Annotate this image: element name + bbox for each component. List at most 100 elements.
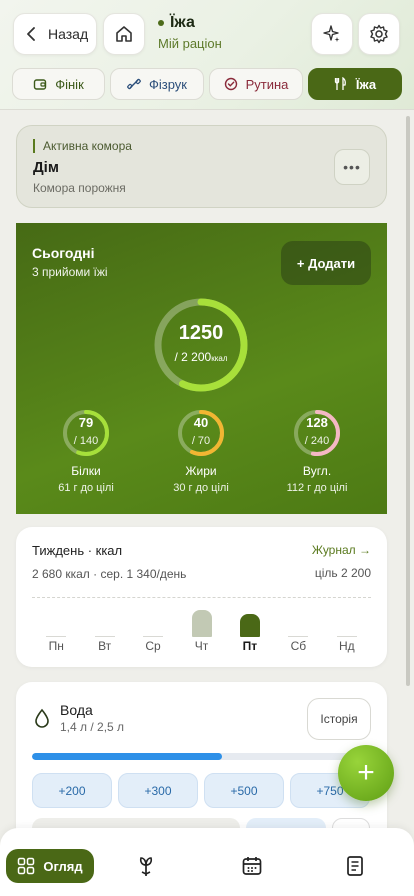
utensils-icon	[334, 77, 346, 90]
app-header: Назад Їжа Мій раціон Фінік Фізрук Рутина	[0, 0, 414, 110]
calories-goal-value: / 2 200	[174, 350, 212, 364]
home-icon	[116, 26, 132, 42]
calories-ring-graphic	[154, 298, 248, 392]
back-label: Назад	[48, 26, 89, 42]
nav-overview[interactable]: Огляд	[6, 849, 94, 883]
week-day-label: Пт	[242, 639, 258, 653]
week-day-label: Вт	[98, 639, 112, 653]
scrollbar[interactable]	[406, 116, 410, 686]
macro-name: Вугл.	[302, 464, 332, 478]
week-bar-0	[46, 607, 67, 637]
tab-fizruk[interactable]: Фізрук	[110, 68, 204, 100]
page-title: Їжа	[170, 14, 195, 31]
pantry-label: Активна комора	[33, 139, 370, 153]
dumbbell-icon	[127, 78, 141, 90]
week-bar-fill	[143, 636, 164, 637]
macro-remaining: 112 г до цілі	[286, 482, 348, 494]
grid-icon	[18, 857, 35, 875]
bottom-navigation: Огляд	[0, 828, 414, 896]
macro-value: 79	[78, 415, 94, 430]
week-bar-4	[239, 607, 260, 637]
water-progress-bar	[32, 753, 371, 760]
tab-yizha[interactable]: Їжа	[308, 68, 402, 100]
macro-goal: / 240	[304, 435, 330, 447]
calories-goal: / 2 200ккал	[152, 350, 250, 364]
macro-remaining: 30 г до цілі	[173, 482, 229, 494]
macro-goal: / 70	[191, 435, 211, 447]
week-bar-1	[94, 607, 115, 637]
tab-finik[interactable]: Фінік	[12, 68, 105, 100]
add-fab-button[interactable]: +	[338, 745, 394, 801]
page-title-block: Їжа Мій раціон	[158, 14, 222, 51]
more-icon: •••	[343, 159, 361, 175]
ai-button[interactable]	[311, 13, 353, 55]
week-bar-3	[191, 607, 212, 637]
calories-ring: 1250 / 2 200ккал	[152, 296, 250, 394]
home-button[interactable]	[103, 13, 145, 55]
macro-name: Білки	[71, 464, 101, 478]
week-day-label: Нд	[338, 639, 355, 653]
active-pantry-card[interactable]: Активна комора Дім Комора порожня •••	[16, 125, 387, 208]
tab-label: Їжа	[355, 76, 377, 92]
today-summary-card: Сьогодні 3 прийоми їжі + Додати 1250 / 2…	[16, 223, 387, 514]
tab-label: Фінік	[55, 76, 84, 92]
week-day-label: Ср	[145, 639, 161, 653]
goal-line	[32, 597, 371, 598]
week-bar-5	[288, 607, 309, 637]
week-bar-fill	[288, 636, 309, 637]
settings-button[interactable]	[358, 13, 400, 55]
add-meal-button[interactable]: + Додати	[281, 241, 371, 285]
week-bar-fill	[191, 610, 212, 637]
book-icon[interactable]	[343, 854, 367, 878]
week-day-label: Пн	[48, 639, 64, 653]
macro-goal: / 140	[73, 435, 99, 447]
water-add-500-button[interactable]: +500	[204, 773, 284, 808]
week-day-label: Сб	[290, 639, 307, 653]
page-subtitle: Мій раціон	[158, 36, 222, 51]
water-history-button[interactable]: Історія	[307, 698, 371, 740]
macro-carbs: 128 / 240 Вугл. 112 г до цілі	[262, 408, 372, 494]
macro-value: 128	[306, 415, 328, 430]
nav-overview-label: Огляд	[43, 858, 83, 874]
macro-name: Жири	[185, 464, 217, 478]
week-bar-fill	[239, 613, 260, 637]
journal-link[interactable]: Журнал →	[312, 543, 371, 557]
week-bars	[32, 607, 371, 637]
water-add-200-button[interactable]: +200	[32, 773, 112, 808]
week-day-label: Чт	[194, 639, 209, 653]
week-bar-fill	[336, 636, 357, 637]
water-drop-icon	[35, 708, 49, 728]
plant-icon[interactable]	[134, 854, 158, 878]
module-tabs: Фінік Фізрук Рутина Їжа	[12, 68, 402, 100]
gear-icon	[370, 24, 388, 44]
pantry-name: Дім	[33, 159, 59, 176]
tab-label: Фізрук	[148, 76, 187, 92]
week-goal: ціль 2 200	[314, 566, 371, 580]
water-title: Вода	[60, 702, 93, 718]
water-progress-fill	[32, 753, 222, 760]
macro-value: 40	[193, 415, 209, 430]
macro-fat: 40 / 70 Жири 30 г до цілі	[146, 408, 256, 494]
back-button[interactable]: Назад	[13, 13, 97, 55]
calories-unit: ккал	[211, 354, 228, 363]
week-bar-fill	[94, 636, 115, 637]
week-days: Пн Вт Ср Чт Пт Сб Нд	[32, 639, 371, 653]
more-options-button[interactable]: •••	[334, 149, 370, 185]
water-amount: 1,4 л / 2,5 л	[60, 720, 125, 734]
pantry-status: Комора порожня	[33, 181, 126, 195]
sparkle-icon	[323, 25, 340, 42]
tab-label: Рутина	[245, 76, 289, 92]
wallet-icon	[34, 79, 47, 90]
week-bar-fill	[46, 636, 67, 637]
macro-remaining: 61 г до цілі	[58, 482, 114, 494]
calendar-icon[interactable]	[240, 854, 264, 878]
check-circle-icon	[224, 77, 237, 91]
chevron-left-icon	[27, 27, 35, 41]
macro-protein: 79 / 140 Білки 61 г до цілі	[31, 408, 141, 494]
week-bar-2	[143, 607, 164, 637]
week-bar-6	[336, 607, 357, 637]
calories-value: 1250	[178, 322, 224, 344]
water-add-300-button[interactable]: +300	[118, 773, 198, 808]
tab-rutyna[interactable]: Рутина	[209, 68, 303, 100]
status-dot	[158, 20, 164, 26]
